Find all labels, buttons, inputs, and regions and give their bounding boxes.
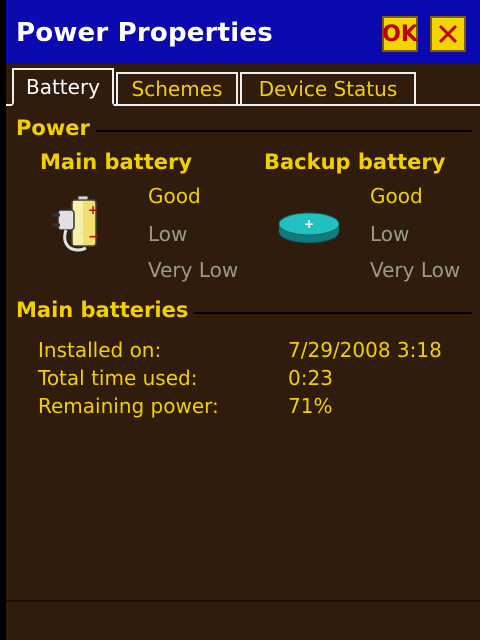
ok-button-label: OK — [382, 21, 418, 47]
remaining-power-label: Remaining power: — [38, 394, 219, 418]
main-battery-level-good: Good — [148, 184, 201, 208]
tab-label: Schemes — [131, 77, 223, 101]
window-title: Power Properties — [16, 18, 273, 48]
backup-battery-title: Backup battery — [264, 150, 446, 174]
backup-battery-level-low: Low — [370, 222, 410, 246]
tab-device-status[interactable]: Device Status — [240, 72, 416, 104]
main-battery-level-very-low: Very Low — [148, 258, 239, 282]
main-battery-level-low: Low — [148, 222, 188, 246]
main-batteries-heading: Main batteries — [16, 298, 195, 322]
svg-text:+: + — [304, 217, 314, 231]
title-bar: Power Properties OK — [6, 0, 480, 64]
tab-strip-line — [114, 104, 480, 106]
tab-battery[interactable]: Battery — [12, 68, 114, 106]
tab-label: Battery — [25, 74, 101, 99]
power-heading: Power — [16, 116, 96, 140]
tab-schemes[interactable]: Schemes — [116, 72, 238, 104]
battery-plug-icon: + − — [52, 195, 100, 252]
backup-battery-level-good: Good — [370, 184, 423, 208]
bottom-bar — [6, 600, 480, 640]
backup-battery-level-very-low: Very Low — [370, 258, 461, 282]
tab-label: Device Status — [258, 77, 398, 101]
installed-on-label: Installed on: — [38, 338, 162, 362]
total-time-used-label: Total time used: — [38, 366, 198, 390]
power-properties-window: Power Properties OK Battery Schemes Devi… — [6, 0, 480, 640]
main-battery-title: Main battery — [40, 150, 193, 174]
remaining-power-value: 71% — [288, 394, 333, 418]
svg-text:−: − — [88, 229, 100, 245]
svg-text:+: + — [88, 203, 98, 217]
coin-cell-battery-icon: + — [278, 212, 340, 244]
ok-button[interactable]: OK — [382, 16, 418, 52]
installed-on-value: 7/29/2008 3:18 — [288, 338, 442, 362]
close-icon — [438, 24, 458, 44]
close-button[interactable] — [430, 16, 466, 52]
total-time-used-value: 0:23 — [288, 366, 333, 390]
